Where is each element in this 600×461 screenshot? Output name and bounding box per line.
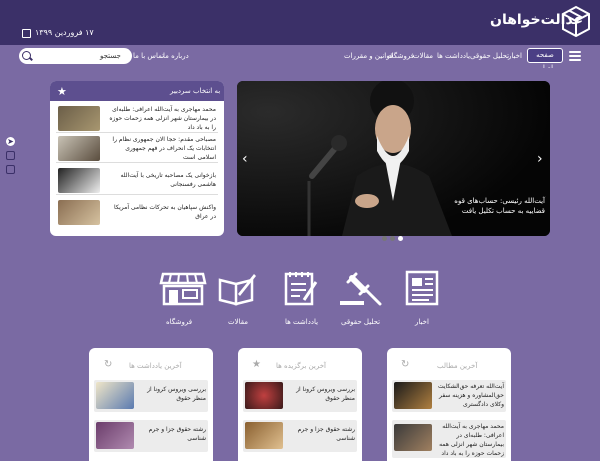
newspaper-icon[interactable] — [393, 270, 453, 306]
card-title: آخرین مطالب — [437, 362, 478, 370]
card-item-text: رشته حقوق جزا و جرم شناسی — [148, 426, 206, 442]
email-icon[interactable] — [6, 165, 15, 174]
nav-notes[interactable]: یادداشت ها — [437, 52, 470, 60]
editor-picks-title: به انتخاب سردبیر — [170, 87, 221, 95]
card-item[interactable]: آیت‌الله تعرفه حق‌الشکایت حق‌المشاوره و … — [392, 380, 506, 412]
editor-pick-item[interactable]: محمد مهاجری به آیت‌الله اعرافی: طلبه‌ای … — [56, 104, 218, 133]
editor-pick-text: مصباحی مقدم: حجا الا‌ن جمهوری نظام را ان… — [112, 136, 216, 161]
nav-about[interactable]: درباره ما — [163, 52, 189, 60]
card-item-text: رشته حقوق جزا و جرم شناسی — [297, 426, 355, 442]
nav-news[interactable]: اخبار — [508, 52, 522, 60]
telegram-icon[interactable]: ➤ — [6, 137, 15, 146]
card-title: آخرین یادداشت ها — [129, 362, 182, 370]
nav-laws[interactable]: قوانین و مقررات — [344, 52, 393, 60]
nav-articles[interactable]: مقالات — [413, 52, 433, 60]
calendar-icon — [22, 29, 31, 38]
search-placeholder: جستجو — [100, 52, 121, 60]
card-item[interactable]: رشته حقوق جزا و جرم شناسی — [243, 420, 357, 452]
news-thumbnail — [58, 136, 100, 161]
card-item[interactable]: بررسی ویروس کرونا از منظر حقوق — [94, 380, 208, 412]
latest-featured-card: آخرین برگزیده ها ★ بررسی ویروس کرونا از … — [238, 348, 362, 461]
news-thumbnail — [394, 382, 432, 409]
slider-prev-arrow-icon[interactable]: ‹ — [242, 151, 248, 167]
news-thumbnail — [245, 382, 283, 409]
book-icon[interactable] — [208, 270, 268, 306]
slider-caption[interactable]: آیت‌الله رئیسی: حساب‌های قوه قضاییه به ح… — [447, 196, 545, 216]
news-thumbnail — [245, 422, 283, 449]
category-label-articles[interactable]: مقالات — [228, 318, 248, 326]
card-item-text: آیت‌الله تعرفه حق‌الشکایت حق‌المشاوره و … — [438, 383, 504, 408]
notepad-icon[interactable] — [270, 270, 330, 306]
history-icon: ↻ — [401, 359, 410, 370]
card-item[interactable]: محمد مهاجری به آیت‌الله اعرافی: طلبه‌ای … — [392, 420, 506, 458]
nav-legal-analysis[interactable]: تحلیل حقوقی — [470, 52, 509, 60]
category-label-news[interactable]: اخبار — [415, 318, 429, 326]
nav-contact[interactable]: تماس با ما — [133, 52, 164, 60]
star-icon: ★ — [252, 359, 261, 370]
latest-posts-card: آخرین مطالب ↻ آیت‌الله تعرفه حق‌الشکایت … — [387, 348, 511, 461]
editor-pick-text: محمد مهاجری به آیت‌الله اعرافی: طلبه‌ای … — [109, 106, 216, 131]
slider-next-arrow-icon[interactable]: › — [537, 151, 543, 167]
card-item-text: بررسی ویروس کرونا از منظر حقوق — [296, 386, 355, 402]
gavel-icon[interactable] — [330, 270, 390, 306]
instagram-icon[interactable] — [6, 151, 15, 160]
social-icons: ➤ — [6, 137, 17, 179]
news-thumbnail — [394, 424, 432, 451]
card-item-text: بررسی ویروس کرونا از منظر حقوق — [147, 386, 206, 402]
editor-pick-text: واکنش سپاهیان به تحرکات نظامی آمریکا در … — [113, 204, 216, 220]
news-thumbnail — [58, 168, 100, 193]
card-item[interactable]: رشته حقوق جزا و جرم شناسی — [94, 420, 208, 452]
card-item[interactable]: بررسی ویروس کرونا از منظر حقوق — [243, 380, 357, 412]
news-thumbnail — [58, 106, 100, 131]
editor-pick-item[interactable]: واکنش سپاهیان به تحرکات نظامی آمریکا در … — [56, 198, 218, 227]
star-icon: ★ — [57, 85, 67, 98]
current-date: ۱۷ فروردین ۱۳۹۹ — [35, 28, 94, 37]
card-item-text: محمد مهاجری به آیت‌الله اعرافی: طلبه‌ای … — [439, 423, 504, 457]
category-label-shop[interactable]: فروشگاه — [166, 318, 192, 326]
news-thumbnail — [58, 200, 100, 225]
editor-pick-text: بازخوانی یک مصاحبه تاریخی با آیت‌الله ها… — [120, 172, 216, 188]
editor-pick-item[interactable]: بازخوانی یک مصاحبه تاریخی با آیت‌الله ها… — [56, 166, 218, 195]
card-title: آخرین برگزیده ها — [276, 362, 326, 370]
nav-home-button[interactable]: صفحه اصلی — [527, 48, 563, 72]
site-logo-text[interactable]: عدالت‌خواهان — [490, 12, 583, 28]
news-thumbnail — [96, 382, 134, 409]
slider-dots[interactable] — [382, 226, 406, 245]
hamburger-menu-icon[interactable] — [569, 51, 581, 61]
category-label-notes[interactable]: یادداشت ها — [285, 318, 318, 326]
category-label-analysis[interactable]: تحلیل حقوقی — [341, 318, 380, 326]
editor-pick-item[interactable]: مصباحی مقدم: حجا الا‌ن جمهوری نظام را ان… — [56, 134, 218, 163]
history-icon: ↻ — [104, 359, 113, 370]
latest-notes-card: آخرین یادداشت ها ↻ بررسی ویروس کرونا از … — [89, 348, 213, 461]
search-icon[interactable] — [22, 51, 31, 60]
shop-icon[interactable] — [153, 270, 213, 306]
news-thumbnail — [96, 422, 134, 449]
